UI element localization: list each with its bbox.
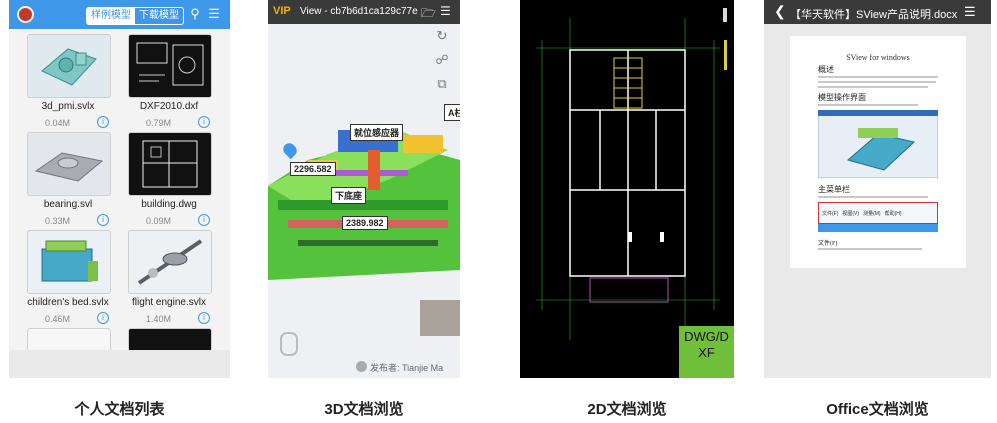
menu-item: 文件(F) <box>822 210 839 217</box>
info-icon[interactable]: i <box>198 312 210 324</box>
file-thumbnail <box>128 132 212 196</box>
file-item[interactable]: 3d_pmi.svlx 0.04M i <box>9 32 111 128</box>
measurement-label: 2296.582 <box>290 162 336 176</box>
file-list-screen: 样例模型 下载模型 ⚲ ☰ 3d_pmi.svlx 0.04M i DXF201… <box>9 0 230 378</box>
back-icon[interactable]: ❮ <box>774 3 786 20</box>
tab-sample-models[interactable]: 样例模型 <box>87 8 135 24</box>
file-thumbnail <box>27 230 111 294</box>
file-size: 0.09M <box>146 216 172 226</box>
search-icon[interactable]: ⚲ <box>187 6 203 22</box>
text-line <box>818 196 928 198</box>
file-item[interactable]: building.dwg 0.09M i <box>110 130 212 226</box>
document-page[interactable]: SView for windows 概述 模型操作界面 主菜单栏 文件(F) 视… <box>790 36 966 268</box>
menu-bar-image: 文件(F) 视图(V) 测量(M) 帮助(H) <box>818 202 938 224</box>
doc-heading: SView for windows <box>846 53 910 62</box>
file-name: DXF2010.dxf <box>139 101 199 112</box>
bottom-overlay <box>9 350 230 378</box>
file-thumbnail <box>27 328 111 352</box>
annotation-label: A柱 <box>444 104 460 121</box>
file-item[interactable]: children's bed.svlx 0.46M i <box>9 228 111 324</box>
viewer-3d-header: VIP View - cb7b6d1ca129c77ec78e2 🗁 ☰ <box>268 0 460 24</box>
publisher-avatar <box>356 361 367 372</box>
file-thumbnail <box>27 34 111 98</box>
app-logo <box>17 6 34 23</box>
annotation-label: 就位感应器 <box>350 124 404 141</box>
menu-icon[interactable]: ☰ <box>440 4 451 18</box>
file-thumbnail <box>128 230 212 294</box>
share-icon[interactable]: ☍ <box>434 52 450 68</box>
text-line <box>818 81 936 83</box>
file-name: flight engine.svlx <box>132 297 206 308</box>
format-badge-line: XF <box>698 345 715 360</box>
screenshot-image <box>818 110 938 178</box>
info-icon[interactable]: i <box>198 214 210 226</box>
file-thumbnail <box>27 132 111 196</box>
cad-drawing[interactable] <box>520 0 734 378</box>
text-line <box>818 86 928 88</box>
folder-icon[interactable]: 🗁 <box>421 4 436 25</box>
layers-icon[interactable]: ☰ <box>964 4 976 20</box>
format-badge: DWG/D XF <box>679 326 734 378</box>
file-size: 0.46M <box>45 314 71 324</box>
3d-model-scene[interactable] <box>268 90 460 280</box>
document-title: 【华天软件】SView产品说明.docx <box>790 9 958 21</box>
caption-file-list: 个人文档列表 <box>74 401 165 418</box>
office-viewer-screen: ❮ 【华天软件】SView产品说明.docx ☰ SView for windo… <box>764 0 991 378</box>
text-line <box>818 248 922 250</box>
highlight-bar <box>818 224 938 232</box>
text-line <box>818 104 918 106</box>
doc-section-heading: 主菜单栏 <box>818 185 850 194</box>
office-header: ❮ 【华天软件】SView产品说明.docx ☰ <box>764 0 991 24</box>
tab-downloaded-models[interactable]: 下载模型 <box>135 8 183 24</box>
menu-item: 视图(V) <box>842 210 860 217</box>
info-icon[interactable]: i <box>97 116 109 128</box>
file-thumbnail <box>128 328 212 352</box>
file-item[interactable]: flight engine.svlx 1.40M i <box>110 228 212 324</box>
vip-badge: VIP <box>273 5 291 17</box>
info-icon[interactable]: i <box>198 116 210 128</box>
measurement-label: 2389.982 <box>342 216 388 230</box>
file-list-header: 样例模型 下载模型 ⚲ ☰ <box>9 0 230 29</box>
caption-3d: 3D文档浏览 <box>324 401 404 418</box>
info-icon[interactable]: i <box>97 214 109 226</box>
viewer-2d-screen: DWG/D XF <box>520 0 734 378</box>
blurred-widget <box>420 300 460 336</box>
rotate-icon[interactable]: ↻ <box>434 28 450 44</box>
file-size: 1.40M <box>146 314 172 324</box>
axis-gizmo-icon[interactable] <box>280 332 298 356</box>
file-size: 0.04M <box>45 118 71 128</box>
file-size: 0.33M <box>45 216 71 226</box>
menu-item: 测量(M) <box>863 210 881 217</box>
file-size: 0.79M <box>146 118 172 128</box>
viewer-3d-screen: VIP View - cb7b6d1ca129c77ec78e2 🗁 ☰ ↻ ☍… <box>268 0 460 378</box>
publisher-label: 发布者: Tianjie Ma <box>370 363 444 373</box>
format-badge-line: DWG/D <box>684 329 729 344</box>
model-source-toggle: 样例模型 下载模型 <box>86 7 184 25</box>
caption-office: Office文档浏览 <box>826 401 929 418</box>
menu-item: 帮助(H) <box>884 210 902 217</box>
file-thumbnail <box>128 34 212 98</box>
annotation-label: 下底座 <box>331 187 367 204</box>
text-line <box>818 76 938 78</box>
file-item[interactable]: bearing.svl 0.33M i <box>9 130 111 226</box>
document-title: View - cb7b6d1ca129c77ec78e2 <box>300 6 418 17</box>
file-item[interactable]: DXF2010.dxf 0.79M i <box>110 32 212 128</box>
doc-section-heading: 文件(F) <box>818 241 838 247</box>
caption-2d: 2D文档浏览 <box>587 401 667 418</box>
file-name: building.dwg <box>141 199 197 210</box>
menu-icon[interactable]: ☰ <box>206 6 222 22</box>
doc-section-heading: 概述 <box>818 65 834 74</box>
doc-section-heading: 模型操作界面 <box>818 93 866 102</box>
info-icon[interactable]: i <box>97 312 109 324</box>
